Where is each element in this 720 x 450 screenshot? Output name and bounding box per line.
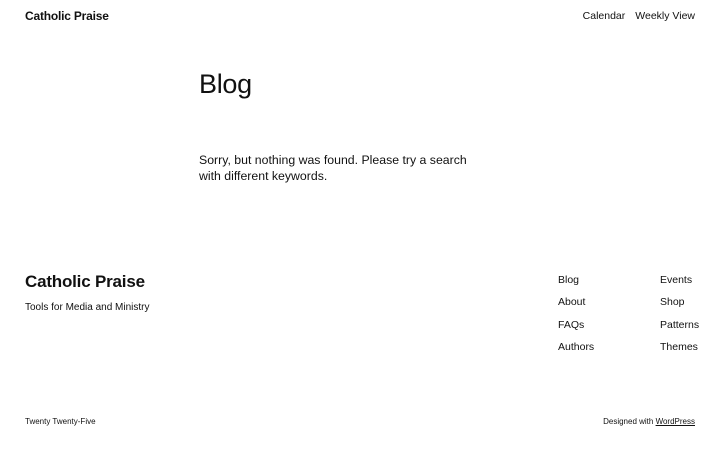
header-nav: Calendar Weekly View [583, 10, 695, 22]
main-content: Blog Sorry, but nothing was found. Pleas… [199, 66, 489, 183]
footer-nav-column-2: Events Shop Patterns Themes [660, 274, 699, 363]
footer-link-faqs[interactable]: FAQs [558, 319, 594, 341]
no-results-message: Sorry, but nothing was found. Please try… [199, 153, 467, 183]
nav-link-calendar[interactable]: Calendar [583, 10, 626, 22]
footer-tagline: Tools for Media and Ministry [25, 302, 150, 313]
credit-prefix: Designed with [603, 417, 654, 426]
page-title: Blog [199, 69, 252, 99]
site-title-link[interactable]: Catholic Praise [25, 9, 109, 23]
nav-link-weekly-view[interactable]: Weekly View [635, 10, 695, 22]
site-header: Catholic Praise Calendar Weekly View [25, 9, 695, 27]
footer-nav-column-1: Blog About FAQs Authors [558, 274, 594, 363]
footer-link-about[interactable]: About [558, 296, 594, 318]
theme-credit: Twenty Twenty-Five [25, 417, 96, 426]
footer-link-themes[interactable]: Themes [660, 341, 699, 363]
footer-link-events[interactable]: Events [660, 274, 699, 296]
footer-link-shop[interactable]: Shop [660, 296, 699, 318]
wordpress-link[interactable]: WordPress [656, 417, 695, 426]
footer-link-blog[interactable]: Blog [558, 274, 594, 296]
footer-link-authors[interactable]: Authors [558, 341, 594, 363]
footer-link-patterns[interactable]: Patterns [660, 319, 699, 341]
designed-with-credit: Designed with WordPress [603, 417, 695, 426]
footer-site-title-link[interactable]: Catholic Praise [25, 272, 145, 292]
